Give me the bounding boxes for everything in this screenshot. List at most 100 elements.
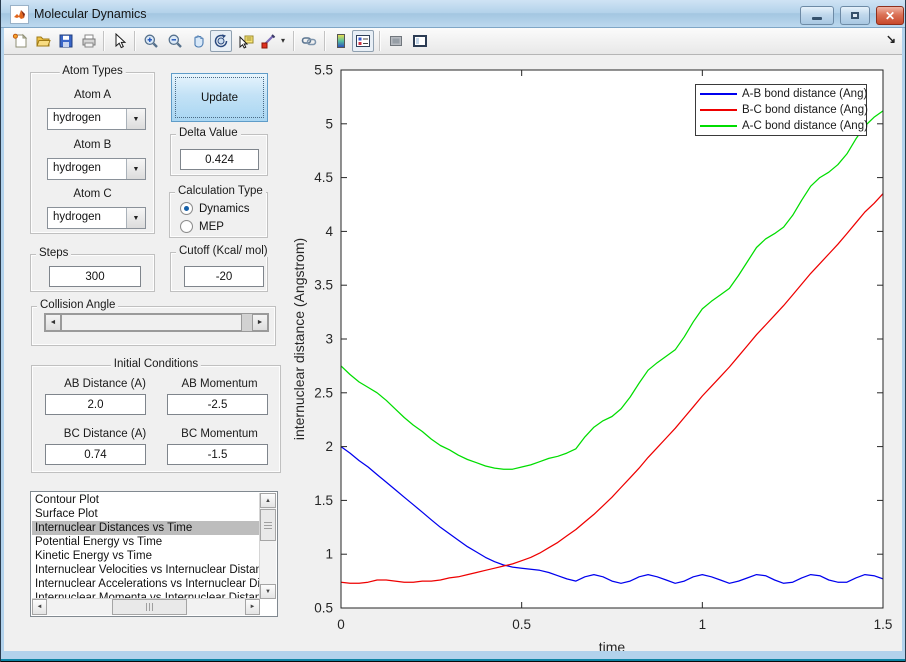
legend-entry: A-C bond distance (Ang) [696,118,868,134]
steps-groupbox: Steps 300 [30,247,155,292]
restore-icon [851,12,859,19]
listbox-horizontal-scrollbar[interactable]: ◄ ► [32,598,260,615]
plot-type-listbox[interactable]: Contour Plot Surface Plot Internuclear Dis… [30,491,278,617]
atom-types-groupbox: Atom Types Atom A hydrogen ▼ Atom B hydr… [30,65,155,234]
insert-colorbar-button[interactable] [330,30,352,52]
listbox-item[interactable]: Internuclear Accelerations vs Internucle… [32,577,260,591]
delta-value-groupbox: Delta Value 0.424 [170,127,268,176]
legend-label: A-B bond distance (Ang) [742,88,868,100]
brush-dropdown-caret[interactable]: ▾ [281,36,285,45]
atom-a-label: Atom A [73,89,112,101]
print-figure-button[interactable] [78,30,100,52]
atom-a-dropdown[interactable]: hydrogen ▼ [47,108,146,130]
zoom-out-icon [168,34,182,48]
link-icon [301,37,317,46]
open-file-button[interactable] [32,30,54,52]
steps-field[interactable]: 300 [49,266,141,287]
save-icon [59,34,73,48]
atom-b-label: Atom B [73,139,112,151]
listbox-item[interactable]: Internuclear Velocities vs Internuclear … [32,563,260,577]
scroll-down-icon[interactable]: ▼ [260,584,276,599]
close-button[interactable]: ✕ [876,6,904,25]
listbox-item[interactable]: Surface Plot [32,507,260,521]
atom-b-dropdown[interactable]: hydrogen ▼ [47,158,146,180]
scroll-left-icon[interactable]: ◄ [32,599,47,615]
dynamics-radio[interactable]: Dynamics [180,202,249,215]
pan-button[interactable] [188,30,210,52]
calculation-type-groupbox: Calculation Type Dynamics MEP [169,185,268,238]
edit-plot-button[interactable] [108,30,130,52]
atom-b-value: hydrogen [53,162,101,174]
ab-distance-label: AB Distance (A) [64,378,146,390]
ab-distance-field[interactable]: 2.0 [45,394,146,415]
mep-radio-label: MEP [199,220,224,233]
dock-figure-icon[interactable]: ↘ [886,32,896,46]
atom-types-legend: Atom Types [59,65,126,77]
minimize-button[interactable] [800,6,834,25]
chevron-down-icon[interactable]: ▼ [126,109,145,129]
insert-legend-button[interactable] [352,30,374,52]
thumb-grip [264,522,272,530]
slider-right-arrow[interactable]: ► [252,314,268,331]
x-tick-label: 0.5 [512,617,531,632]
thumb-grip [146,603,155,611]
link-plots-button[interactable] [298,30,320,52]
legend-label: B-C bond distance (Ang) [742,104,868,116]
x-tick-label: 1.5 [874,617,893,632]
delta-value-field[interactable]: 0.424 [180,149,259,170]
show-plot-tools-button[interactable] [409,30,431,52]
brush-data-button[interactable] [257,30,279,52]
listbox-vertical-scrollbar[interactable]: ▲ ▼ [259,493,276,599]
rotate-3d-icon [214,34,228,48]
title-bar[interactable]: Molecular Dynamics ✕ [1,0,905,28]
horizontal-scroll-thumb[interactable] [112,599,187,615]
chevron-down-icon[interactable]: ▼ [126,159,145,179]
slider-thumb[interactable] [61,314,242,331]
mep-radio[interactable]: MEP [180,220,224,233]
window-title: Molecular Dynamics [34,7,147,21]
new-figure-button[interactable] [9,30,31,52]
chevron-down-icon[interactable]: ▼ [126,208,145,228]
toolbar-separator [103,31,105,51]
dynamics-radio-label: Dynamics [199,202,250,215]
line-chart: 0 0.5 1 1.50.511.522.533.544.555.5timeinter… [291,63,893,656]
chart-legend[interactable]: A-B bond distance (Ang) B-C bond distance… [695,84,868,136]
hide-plot-tools-button[interactable] [385,30,407,52]
delta-value-legend: Delta Value [176,127,241,139]
listbox-item[interactable]: Kinetic Energy vs Time [32,549,260,563]
initial-conditions-legend: Initial Conditions [110,358,202,370]
slider-left-arrow[interactable]: ◄ [45,314,61,331]
y-tick-label: 5 [325,116,333,131]
legend-entry: B-C bond distance (Ang) [696,102,868,118]
scroll-up-icon[interactable]: ▲ [260,493,276,508]
collision-angle-slider[interactable]: ◄ ► [44,313,269,332]
window-border [902,28,905,662]
legend-line-sample [700,109,737,111]
x-tick-label: 1 [699,617,707,632]
zoom-out-button[interactable] [164,30,186,52]
update-button[interactable]: Update [171,73,268,122]
zoom-in-button[interactable] [140,30,162,52]
matlab-logo-icon [10,5,29,24]
restore-button[interactable] [840,6,870,25]
listbox-item[interactable]: Contour Plot [32,493,260,507]
atom-c-label: Atom C [73,188,112,200]
bc-distance-field[interactable]: 0.74 [45,444,146,465]
vertical-scroll-thumb[interactable] [260,509,276,541]
toolbar-separator [324,31,326,51]
cutoff-field[interactable]: -20 [184,266,264,287]
listbox-item[interactable]: Potential Energy vs Time [32,535,260,549]
bc-momentum-field[interactable]: -1.5 [167,444,268,465]
y-tick-label: 4.5 [314,170,333,185]
pointer-icon [115,33,127,49]
ab-momentum-field[interactable]: -2.5 [167,394,268,415]
y-axis-label: internuclear distance (Angstrom) [291,238,307,440]
scroll-right-icon[interactable]: ► [245,599,260,615]
save-figure-button[interactable] [55,30,77,52]
atom-c-dropdown[interactable]: hydrogen ▼ [47,207,146,229]
data-cursor-button[interactable] [235,30,257,52]
brush-icon [261,34,276,49]
listbox-item[interactable]: Internuclear Distances vs Time [32,521,260,535]
rotate-3d-button[interactable] [210,30,232,52]
radio-unselected-icon [180,220,193,233]
